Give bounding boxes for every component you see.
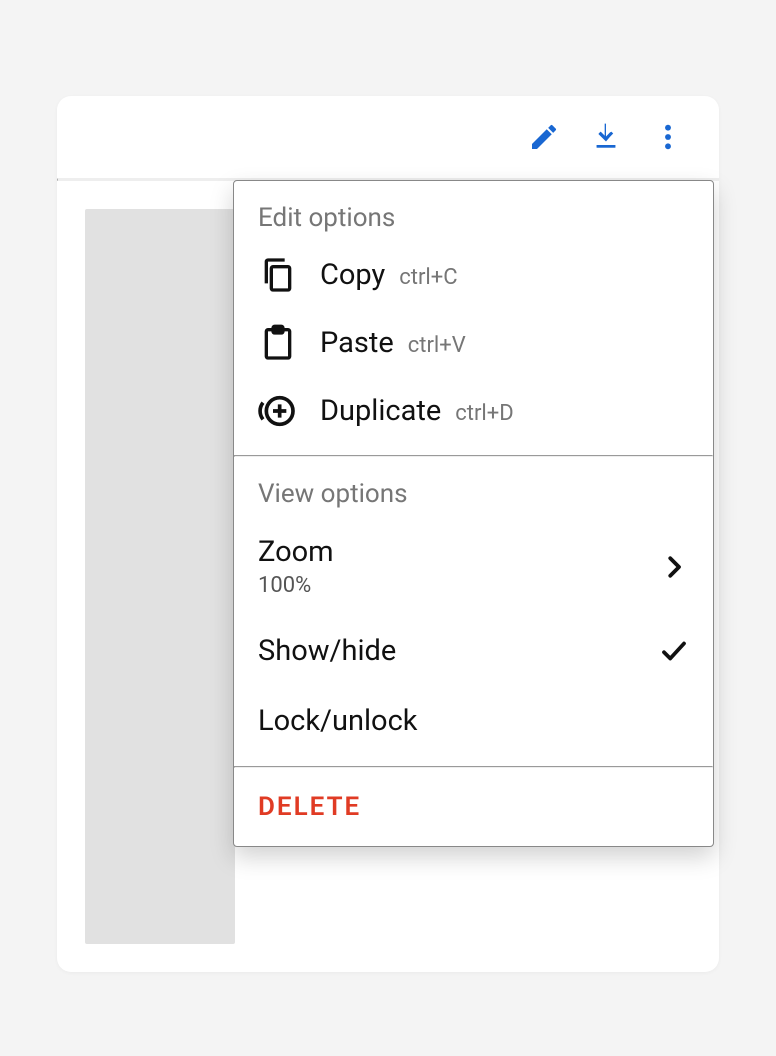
menu-item-shortcut: ctrl+V [408, 333, 466, 358]
more-vert-icon [652, 121, 684, 153]
menu-item-zoom[interactable]: Zoom 100% [234, 517, 713, 616]
view-options-header: View options [234, 457, 713, 517]
edit-options-header: Edit options [234, 181, 713, 241]
edit-button[interactable] [527, 120, 561, 154]
download-icon [590, 121, 622, 153]
content-placeholder [85, 209, 235, 944]
menu-item-showhide[interactable]: Show/hide [234, 616, 713, 686]
pencil-icon [528, 121, 560, 153]
menu-item-label: DELETE [258, 792, 689, 822]
menu-item-label: Paste [320, 326, 394, 360]
chevron-right-icon [659, 552, 689, 582]
menu-item-lockunlock[interactable]: Lock/unlock [234, 686, 713, 756]
download-button[interactable] [589, 120, 623, 154]
menu-item-copy[interactable]: Copy ctrl+C [234, 241, 713, 309]
menu-item-label: Duplicate [320, 394, 441, 428]
menu-item-label: Zoom [258, 535, 659, 569]
paste-icon [258, 323, 298, 363]
context-menu: Edit options Copy ctrl+C Paste ctrl+V [233, 180, 714, 847]
menu-item-label: Show/hide [258, 634, 659, 668]
duplicate-icon [258, 391, 298, 431]
menu-item-label: Lock/unlock [258, 704, 689, 738]
check-icon [659, 636, 689, 666]
menu-item-shortcut: ctrl+C [399, 265, 457, 290]
menu-item-paste[interactable]: Paste ctrl+V [234, 309, 713, 377]
menu-item-shortcut: ctrl+D [455, 401, 513, 426]
menu-item-duplicate[interactable]: Duplicate ctrl+D [234, 377, 713, 445]
menu-item-label: Copy [320, 258, 385, 292]
menu-item-secondary: 100% [258, 573, 659, 598]
copy-icon [258, 255, 298, 295]
toolbar [57, 96, 719, 178]
more-options-button[interactable] [651, 120, 685, 154]
menu-item-delete[interactable]: DELETE [234, 768, 713, 842]
